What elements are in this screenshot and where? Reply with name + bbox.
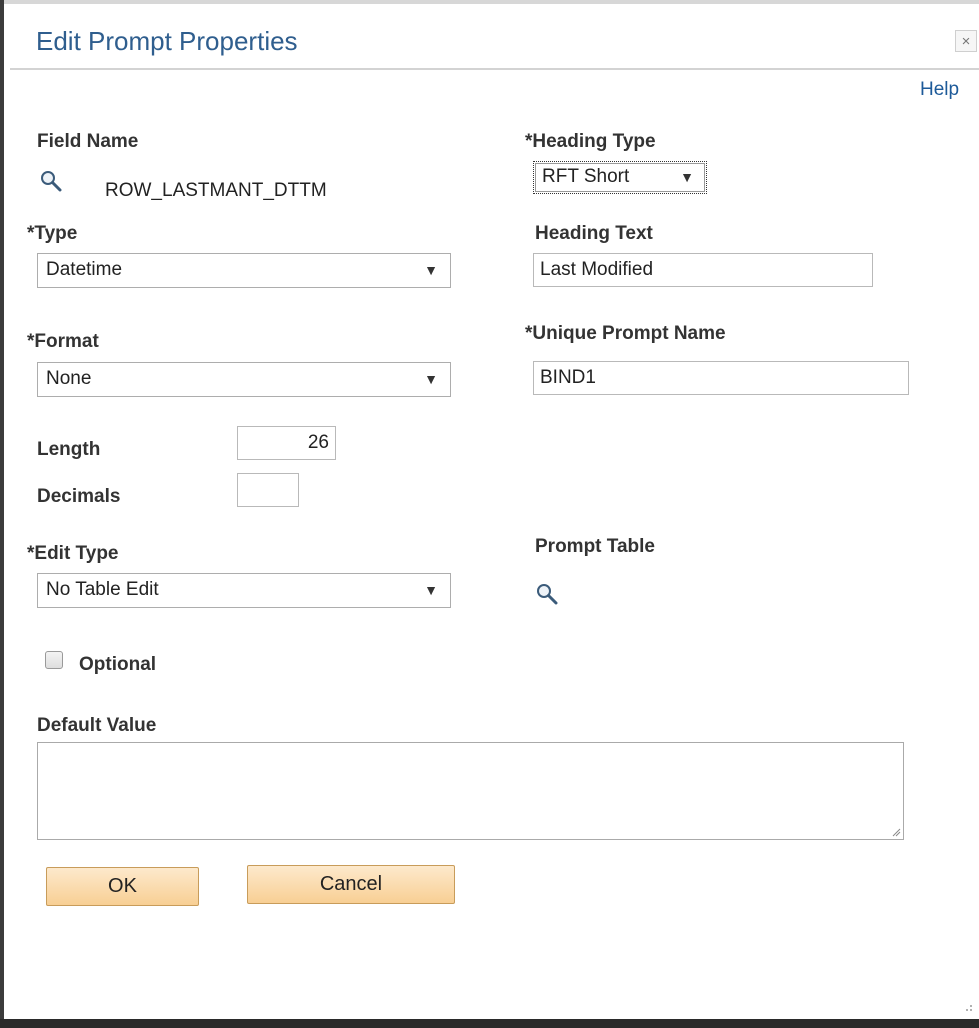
heading-text-input[interactable]: Last Modified [533,253,873,287]
format-select[interactable]: None ▼ [37,362,451,397]
unique-prompt-name-input[interactable]: BIND1 [533,361,909,395]
field-name-lookup-icon[interactable] [40,170,62,192]
chevron-down-icon: ▼ [680,169,694,185]
window-top-border [0,0,979,4]
unique-prompt-name-label: *Unique Prompt Name [525,323,726,344]
default-value-textarea[interactable] [37,742,904,840]
field-name-label: Field Name [37,131,139,152]
help-link[interactable]: Help [920,79,959,101]
decimals-label: Decimals [37,486,121,507]
type-value: Datetime [46,259,123,280]
window-left-border [0,0,4,1028]
format-label: *Format [27,331,99,352]
window-bottom-border [0,1019,979,1028]
edit-type-label: *Edit Type [27,543,119,564]
dialog-title: Edit Prompt Properties [36,26,298,56]
optional-checkbox[interactable] [45,651,63,669]
close-icon: × [961,33,971,50]
edit-type-value: No Table Edit [46,579,159,600]
format-value: None [46,368,92,389]
chevron-down-icon: ▼ [424,262,438,278]
default-value-label: Default Value [37,715,157,736]
cancel-button[interactable]: Cancel [247,865,455,904]
ok-button[interactable]: OK [46,867,199,906]
heading-type-value: RFT Short [542,166,630,187]
window-resize-grip-icon[interactable] [960,1002,974,1016]
chevron-down-icon: ▼ [424,582,438,598]
field-name-value: ROW_LASTMANT_DTTM [105,180,327,201]
type-select[interactable]: Datetime ▼ [37,253,451,288]
close-button[interactable]: × [955,30,977,52]
decimals-input[interactable] [237,473,299,507]
prompt-table-lookup-icon[interactable] [536,583,558,605]
heading-text-label: Heading Text [535,223,653,244]
chevron-down-icon: ▼ [424,371,438,387]
prompt-table-label: Prompt Table [535,536,655,557]
length-label: Length [37,439,101,460]
resize-grip-icon[interactable] [891,827,901,837]
title-divider [10,68,979,70]
heading-type-select[interactable]: RFT Short ▼ [533,161,707,194]
optional-label: Optional [79,654,157,675]
heading-type-label: *Heading Type [525,131,656,152]
type-label: *Type [27,223,78,244]
edit-type-select[interactable]: No Table Edit ▼ [37,573,451,608]
length-input[interactable]: 26 [237,426,336,460]
